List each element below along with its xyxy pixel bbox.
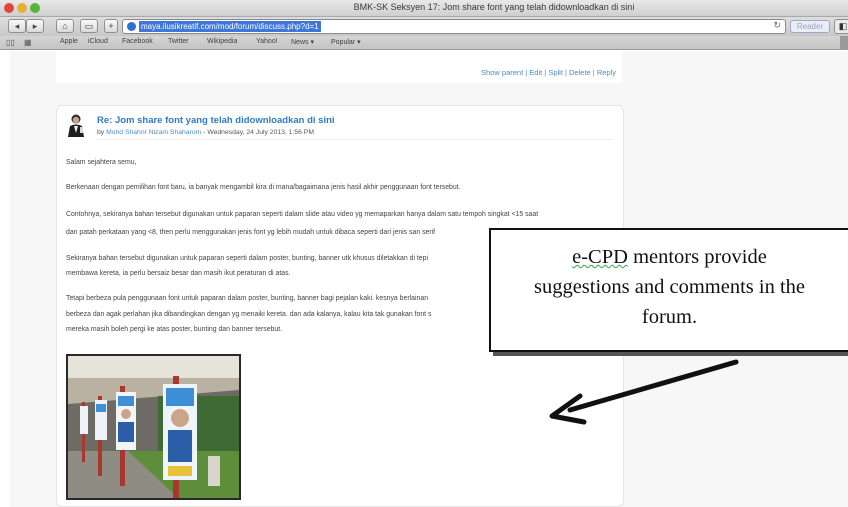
post-paragraph: Contohnya, sekiranya bahan tersebut digu…: [66, 211, 539, 218]
bookmarks-bar: ▯▯ ▦ Apple iCloud Facebook Twitter Wikip…: [0, 36, 848, 50]
page-menu-icon: ◧: [838, 21, 848, 31]
post-byline: by Mohd Shahrir Nizam Shaharom - Wednesd…: [97, 129, 314, 136]
callout-line-1-rest: mentors provide: [627, 246, 767, 268]
globe-icon: [127, 22, 136, 31]
scrollbar[interactable]: [840, 36, 848, 50]
author-link[interactable]: Mohd Shahrir Nizam Shaharom: [106, 129, 201, 136]
callout-ecpd: e-CPD: [572, 246, 628, 268]
window-title: BMK-SK Seksyen 17: Jom share font yang t…: [353, 2, 635, 12]
bookmark-item[interactable]: Wikipedia: [207, 38, 237, 45]
share-button[interactable]: ▭: [80, 19, 98, 33]
post-photo[interactable]: [66, 354, 241, 500]
bookmark-item[interactable]: Twitter: [168, 38, 189, 45]
post-command-links[interactable]: Show parent | Edit | Split | Delete | Re…: [481, 68, 616, 77]
plus-icon: +: [108, 21, 114, 31]
annotation-arrow: [549, 359, 739, 425]
annotation-callout: e-CPD mentors provide suggestions and co…: [489, 228, 848, 352]
previous-post: Show parent | Edit | Split | Delete | Re…: [56, 51, 622, 83]
forward-button[interactable]: ▸: [26, 19, 44, 33]
url-text[interactable]: maya.ilusikreatif.com/mod/forum/discuss.…: [139, 21, 321, 32]
sidebar-icon[interactable]: ▯▯: [6, 38, 15, 47]
bookmark-item[interactable]: Apple: [60, 38, 78, 45]
top-sites-button[interactable]: ⌂: [56, 19, 74, 33]
maximize-window-icon[interactable]: [30, 3, 40, 13]
bookmark-item[interactable]: News ▾: [291, 38, 314, 46]
callout-line-2: suggestions and comments in the: [533, 276, 806, 298]
post-date: - Wednesday, 24 July 2013, 1:56 PM: [201, 129, 314, 136]
callout-line-1: e-CPD mentors provide: [491, 242, 848, 272]
post-subject[interactable]: Re: Jom share font yang telah didownload…: [97, 115, 335, 126]
close-window-icon[interactable]: [4, 3, 14, 13]
menu-button[interactable]: ◧: [834, 19, 848, 34]
browser-titlebar: BMK-SK Seksyen 17: Jom share font yang t…: [0, 0, 848, 17]
back-button[interactable]: ◂: [8, 19, 26, 33]
add-bookmark-button[interactable]: +: [104, 19, 118, 33]
minimize-window-icon[interactable]: [17, 3, 27, 13]
bookmark-item[interactable]: iCloud: [88, 38, 108, 45]
callout-line-3: forum.: [641, 306, 698, 328]
address-bar[interactable]: maya.ilusikreatif.com/mod/forum/discuss.…: [122, 19, 786, 34]
back-arrow-icon: ◂: [14, 21, 20, 31]
divider: [97, 139, 613, 140]
bookmark-item[interactable]: Facebook: [122, 38, 153, 45]
forward-arrow-icon: ▸: [32, 21, 38, 31]
avatar[interactable]: [66, 113, 86, 137]
reload-icon[interactable]: ↻: [773, 20, 781, 31]
reader-button[interactable]: Reader: [790, 20, 830, 33]
top-sites-grid-icon[interactable]: ▦: [24, 38, 32, 47]
home-icon: ⌂: [62, 21, 68, 31]
byline-prefix: by: [97, 129, 105, 136]
bookmark-item[interactable]: Popular ▾: [331, 38, 361, 46]
browser-toolbar: ◂ ▸ ⌂ ▭ + maya.ilusikreatif.com/mod/foru…: [0, 17, 848, 36]
post-paragraph: Berkenaan dengan pemilihan font baru, ia…: [66, 184, 461, 191]
share-icon: ▭: [84, 21, 94, 31]
bookmark-item[interactable]: Yahoo!: [256, 38, 278, 45]
post-paragraph: Salam sejahtera semu,: [66, 159, 137, 166]
